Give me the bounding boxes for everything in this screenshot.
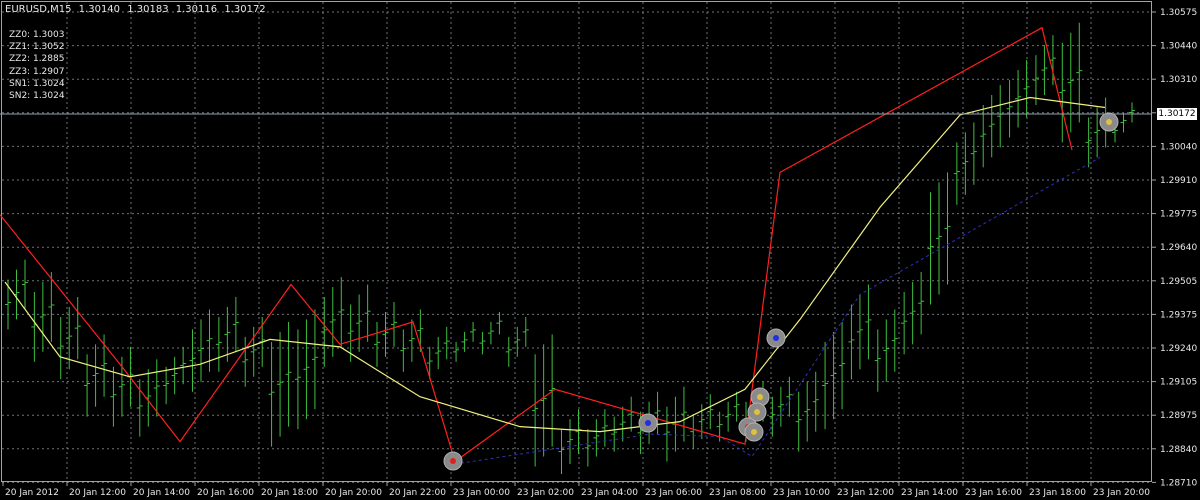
- time-tick-label: 20 Jan 14:00: [133, 488, 190, 498]
- price-tick-label: 1.30310: [1160, 75, 1197, 85]
- time-tick-label: 20 Jan 16:00: [197, 488, 254, 498]
- time-tick-label: 23 Jan 08:00: [709, 488, 766, 498]
- signal-marker[interactable]: [766, 328, 786, 348]
- signal-marker-dot: [751, 429, 757, 435]
- indicator-row: ZZ2: 1.2885: [9, 53, 65, 65]
- price-tick-label: 1.29775: [1160, 210, 1197, 220]
- price-tick-label: 1.29375: [1160, 310, 1197, 320]
- price-tick-label: 1.28840: [1160, 445, 1197, 455]
- indicator-label: SN1:: [9, 78, 31, 89]
- indicator-label: ZZ3:: [9, 66, 31, 77]
- chart-window[interactable]: 1.30575 1.30440 1.30310 1.30040 1.29910 1.297…: [0, 0, 1200, 500]
- indicator-label: ZZ0:: [9, 30, 31, 40]
- time-tick-label: 23 Jan 20:00: [1093, 488, 1150, 498]
- time-tick-label: 20 Jan 20:00: [325, 488, 382, 498]
- signal-marker[interactable]: [1099, 112, 1119, 132]
- signal-marker[interactable]: [443, 451, 463, 471]
- time-tick-label: 23 Jan 18:00: [1029, 488, 1086, 498]
- current-price-badge: 1.30172: [1157, 108, 1197, 120]
- time-tick-label: 20 Jan 2012: [5, 488, 59, 498]
- close-value: 1.30172: [224, 4, 266, 15]
- signal-marker-dot: [1106, 119, 1112, 125]
- price-tick-label: 1.29505: [1160, 277, 1197, 287]
- indicator-value: 1.2885: [32, 54, 65, 65]
- low-value: 1.30116: [175, 4, 218, 15]
- indicator-row: ZZ3: 1.2907: [9, 66, 65, 78]
- indicator-row: SN1: 1.3024: [9, 78, 65, 90]
- signal-marker[interactable]: [638, 413, 658, 433]
- indicator-value: 1.3024: [33, 78, 65, 89]
- time-tick-label: 23 Jan 14:00: [901, 488, 958, 498]
- open-value: 1.30140: [78, 4, 121, 15]
- price-tick-label: 1.30040: [1160, 142, 1197, 152]
- signal-marker-dot: [754, 409, 760, 415]
- indicator-value: 1.3052: [32, 42, 65, 53]
- chart-header: EURUSD,M15 1.30140 1.30183 1.30116 1.301…: [5, 4, 270, 15]
- time-tick-label: 23 Jan 12:00: [837, 488, 894, 498]
- time-tick-label: 23 Jan 10:00: [773, 488, 830, 498]
- signal-marker-dot: [450, 458, 456, 464]
- time-tick-label: 23 Jan 16:00: [965, 488, 1022, 498]
- indicator-row: ZZ0: 1.3003: [9, 29, 65, 41]
- signal-marker-dot: [773, 335, 779, 341]
- time-tick-label: 23 Jan 06:00: [645, 488, 702, 498]
- price-tick-label: 1.28710: [1160, 478, 1197, 488]
- indicator-label: ZZ1:: [9, 42, 31, 53]
- high-value: 1.30183: [127, 4, 169, 15]
- indicator-panel: ZZ0: 1.3003 ZZ1: 1.3052 ZZ2: 1.2885 ZZ3:…: [9, 29, 65, 102]
- signal-marker-dot: [645, 420, 651, 426]
- price-tick-label: 1.28975: [1160, 411, 1197, 421]
- price-tick-label: 1.29240: [1160, 344, 1197, 354]
- indicator-label: SN2:: [9, 91, 31, 102]
- price-tick-label: 1.29910: [1160, 176, 1197, 186]
- price-tick-label: 1.30440: [1160, 42, 1197, 52]
- signal-marker-dot: [757, 394, 763, 400]
- indicator-value: 1.3003: [32, 30, 65, 40]
- time-tick-label: 20 Jan 22:00: [389, 488, 446, 498]
- time-tick-label: 23 Jan 04:00: [581, 488, 638, 498]
- signal-marker[interactable]: [744, 422, 764, 442]
- time-tick-label: 23 Jan 00:00: [453, 488, 510, 498]
- time-tick-label: 20 Jan 12:00: [69, 488, 126, 498]
- indicator-value: 1.3024: [33, 91, 65, 102]
- time-tick-label: 23 Jan 02:00: [517, 488, 574, 498]
- price-tick-label: 1.29105: [1160, 378, 1197, 388]
- symbol-label: EURUSD,M15: [5, 4, 72, 15]
- indicator-row: ZZ1: 1.3052: [9, 41, 65, 53]
- time-tick-label: 20 Jan 18:00: [261, 488, 318, 498]
- indicator-row: SN2: 1.3024: [9, 90, 65, 102]
- price-chart[interactable]: 1.30575 1.30440 1.30310 1.30040 1.29910 1.297…: [0, 0, 1200, 500]
- price-tick-label: 1.30575: [1160, 8, 1197, 18]
- price-tick-label: 1.29640: [1160, 243, 1197, 253]
- indicator-label: ZZ2:: [9, 54, 31, 65]
- indicator-value: 1.2907: [32, 66, 65, 77]
